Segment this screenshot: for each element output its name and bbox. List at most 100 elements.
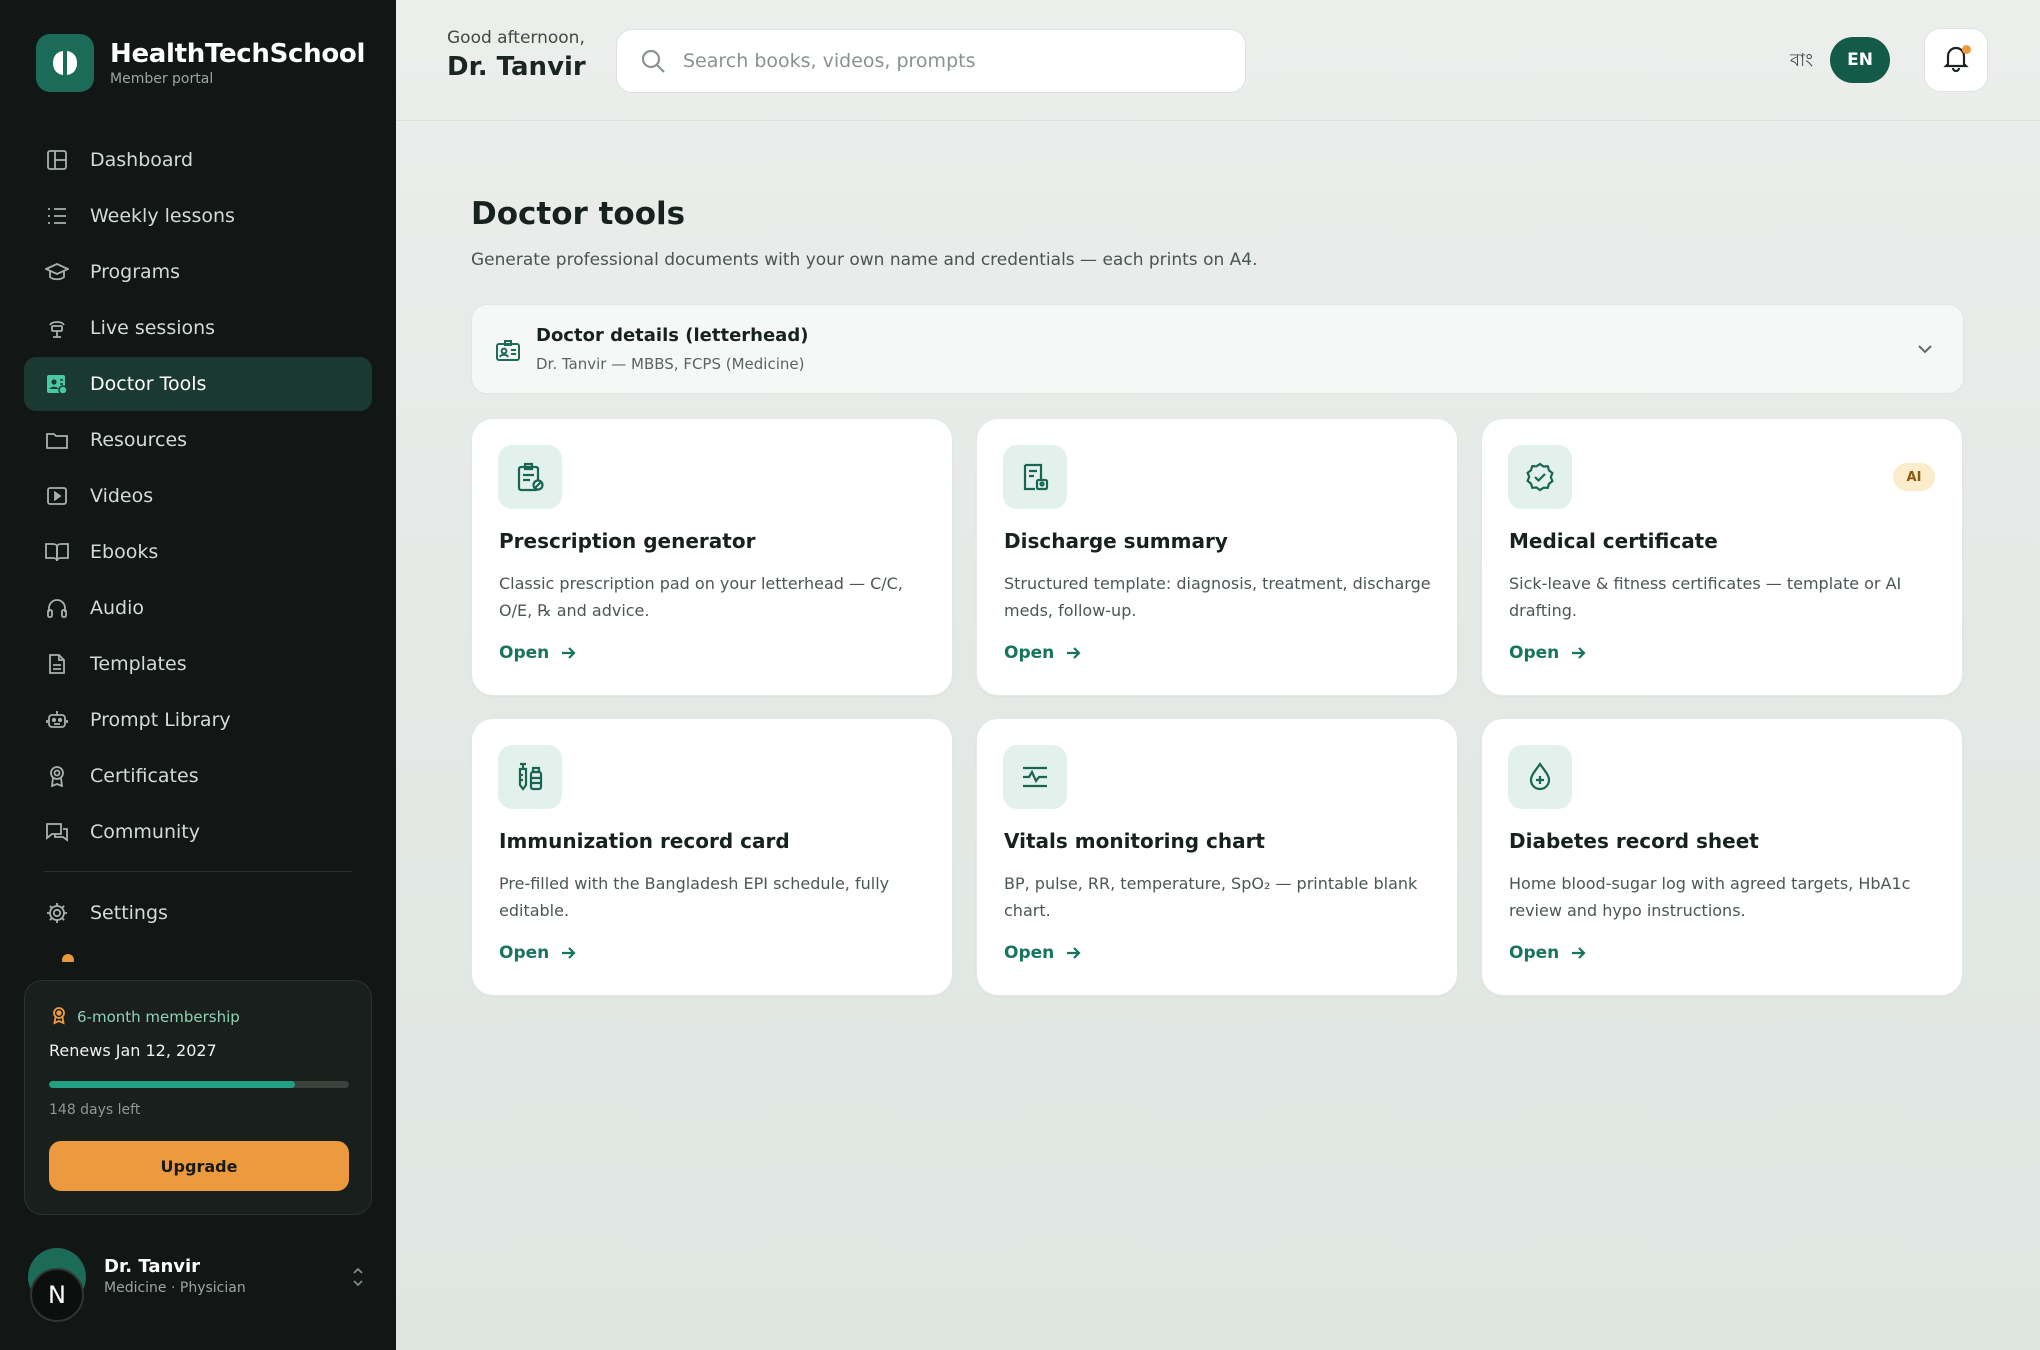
robot-icon <box>44 707 70 733</box>
sidebar-item-label: Certificates <box>90 765 199 787</box>
clipboard-user-icon <box>44 371 70 397</box>
user-name: Dr. Tanvir <box>104 1256 201 1277</box>
membership-renewal: Renews Jan 12, 2027 <box>49 1041 217 1060</box>
language-english-button[interactable]: EN <box>1830 37 1890 83</box>
tool-card-diabetes-record[interactable]: Diabetes record sheet Home blood-sugar l… <box>1481 718 1963 996</box>
sidebar-item-resources[interactable]: Resources <box>24 413 372 467</box>
doctor-details-value: Dr. Tanvir — MBBS, FCPS (Medicine) <box>536 355 805 373</box>
video-icon <box>44 483 70 509</box>
arrow-right-icon <box>1569 644 1587 662</box>
arrow-right-icon <box>1064 644 1082 662</box>
gear-icon <box>44 900 70 926</box>
language-bangla-button[interactable]: বাং <box>1790 46 1813 77</box>
sidebar-item-settings[interactable]: Settings <box>24 886 372 940</box>
tool-title: Medical certificate <box>1509 529 1718 553</box>
page-subtitle: Generate professional documents with you… <box>471 250 1258 270</box>
sidebar-item-community[interactable]: Community <box>24 805 372 859</box>
open-link[interactable]: Open <box>1004 643 1082 663</box>
graduation-cap-icon <box>44 259 70 285</box>
sidebar-item-label: Weekly lessons <box>90 205 235 227</box>
chevron-up-down-icon <box>348 1262 368 1292</box>
user-role: Medicine · Physician <box>104 1280 246 1296</box>
syringe-icon <box>498 745 562 809</box>
sidebar-item-ebooks[interactable]: Ebooks <box>24 525 372 579</box>
search-input[interactable]: Search books, videos, prompts <box>683 50 975 72</box>
open-label: Open <box>1004 643 1055 663</box>
tool-description: Pre-filled with the Bangladesh EPI sched… <box>499 874 890 920</box>
headphones-icon <box>44 595 70 621</box>
notifications-button[interactable] <box>1924 28 1988 92</box>
sidebar-item-certificates[interactable]: Certificates <box>24 749 372 803</box>
open-label: Open <box>1509 643 1560 663</box>
sidebar-item-doctor-tools[interactable]: Doctor Tools <box>24 357 372 411</box>
greeting: Good afternoon, Dr. Tanvir <box>447 28 586 82</box>
sidebar-divider <box>44 871 352 872</box>
discharge-icon <box>1003 445 1067 509</box>
open-link[interactable]: Open <box>1509 643 1587 663</box>
membership-label: 6-month membership <box>77 1008 240 1026</box>
doctor-details-accordion[interactable]: Doctor details (letterhead) Dr. Tanvir —… <box>471 304 1964 394</box>
main-content: Good afternoon, Dr. Tanvir Search books,… <box>396 0 2040 1350</box>
tool-card-prescription[interactable]: Prescription generator Classic prescript… <box>471 418 953 696</box>
prescription-icon <box>498 445 562 509</box>
sidebar-item-programs[interactable]: Programs <box>24 245 372 299</box>
open-link[interactable]: Open <box>499 643 577 663</box>
open-link[interactable]: Open <box>1509 943 1587 963</box>
tool-card-immunization[interactable]: Immunization record card Pre-filled with… <box>471 718 953 996</box>
chevron-down-icon <box>1913 337 1937 361</box>
sidebar-item-videos[interactable]: Videos <box>24 469 372 523</box>
user-menu[interactable]: N Dr. Tanvir Medicine · Physician <box>28 1248 368 1322</box>
sidebar-item-label: Audio <box>90 597 145 619</box>
sidebar-item-prompt-library[interactable]: Prompt Library <box>24 693 372 747</box>
scroll-indicator <box>40 952 74 962</box>
avatar: N <box>28 1248 86 1322</box>
sidebar-item-label: Settings <box>90 902 168 924</box>
search-icon <box>639 47 667 75</box>
tool-card-medical-certificate[interactable]: AI Medical certificate Sick-leave & fitn… <box>1481 418 1963 696</box>
sidebar-item-templates[interactable]: Templates <box>24 637 372 691</box>
notification-dot <box>1962 45 1971 54</box>
brand-logo-icon <box>36 34 94 92</box>
book-icon <box>44 539 70 565</box>
tool-description: Home blood-sugar log with agreed targets… <box>1509 874 1911 920</box>
tool-description: BP, pulse, RR, temperature, SpO₂ — print… <box>1004 874 1418 920</box>
brand-title: HealthTechSchool <box>110 39 366 69</box>
tool-title: Prescription generator <box>499 529 756 553</box>
sidebar-item-label: Videos <box>90 485 154 507</box>
membership-progress <box>49 1081 349 1088</box>
sidebar-item-weekly-lessons[interactable]: Weekly lessons <box>24 189 372 243</box>
brand[interactable]: HealthTechSchool Member portal <box>36 34 365 92</box>
arrow-right-icon <box>559 644 577 662</box>
page-title: Doctor tools <box>471 196 686 232</box>
sidebar-item-live-sessions[interactable]: Live sessions <box>24 301 372 355</box>
tool-description: Structured template: diagnosis, treatmen… <box>1004 574 1431 620</box>
tool-description: Classic prescription pad on your letterh… <box>499 574 903 620</box>
membership-progress-fill <box>49 1081 295 1088</box>
tool-description: Sick-leave & fitness certificates — temp… <box>1509 574 1902 620</box>
open-label: Open <box>499 643 550 663</box>
open-label: Open <box>1004 943 1055 963</box>
arrow-right-icon <box>1064 944 1082 962</box>
tool-card-discharge-summary[interactable]: Discharge summary Structured template: d… <box>976 418 1458 696</box>
list-icon <box>44 203 70 229</box>
greeting-name: Dr. Tanvir <box>447 52 586 82</box>
open-link[interactable]: Open <box>499 943 577 963</box>
sidebar-item-audio[interactable]: Audio <box>24 581 372 635</box>
sidebar-item-dashboard[interactable]: Dashboard <box>24 133 372 187</box>
open-link[interactable]: Open <box>1004 943 1082 963</box>
sidebar-item-label: Dashboard <box>90 149 194 171</box>
top-bar: Good afternoon, Dr. Tanvir Search books,… <box>396 0 2040 121</box>
sidebar: HealthTechSchool Member portal Dashboard… <box>0 0 396 1350</box>
sidebar-item-label: Doctor Tools <box>90 373 207 395</box>
tool-card-vitals-chart[interactable]: Vitals monitoring chart BP, pulse, RR, t… <box>976 718 1458 996</box>
vitals-icon <box>1003 745 1067 809</box>
tool-title: Vitals monitoring chart <box>1004 829 1265 853</box>
award-icon <box>44 763 70 789</box>
upgrade-button[interactable]: Upgrade <box>49 1141 349 1191</box>
sidebar-item-label: Community <box>90 821 200 843</box>
badge-check-icon <box>1508 445 1572 509</box>
sidebar-item-label: Prompt Library <box>90 709 231 731</box>
droplet-icon <box>1508 745 1572 809</box>
search-bar[interactable]: Search books, videos, prompts <box>616 29 1246 93</box>
award-icon <box>49 1005 69 1029</box>
